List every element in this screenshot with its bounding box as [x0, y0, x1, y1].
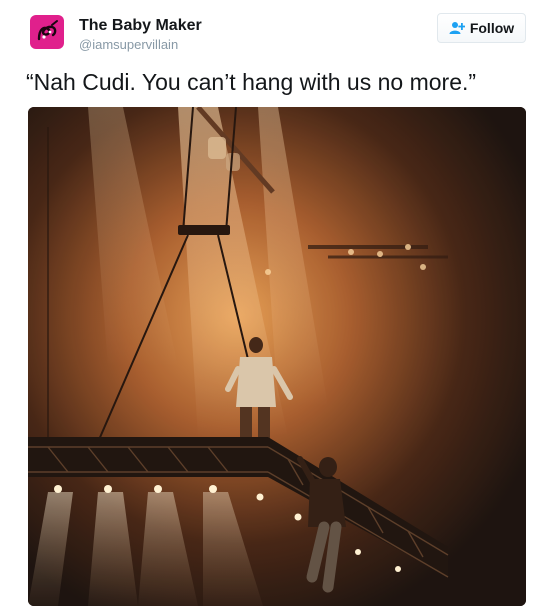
concert-photo	[28, 107, 526, 606]
follow-label: Follow	[469, 20, 515, 36]
tweet-media-photo[interactable]	[28, 107, 526, 606]
follow-button[interactable]: Follow	[437, 13, 526, 43]
tweet-card: The Baby Maker @iamsupervillain Follow “…	[0, 0, 553, 614]
add-user-icon	[449, 21, 465, 35]
user-display-name[interactable]: The Baby Maker	[79, 17, 202, 35]
user-handle[interactable]: @iamsupervillain	[79, 37, 178, 52]
avatar-pink-logo-icon	[30, 15, 64, 49]
avatar[interactable]	[30, 15, 64, 49]
tweet-text: “Nah Cudi. You can’t hang with us no mor…	[26, 69, 477, 95]
